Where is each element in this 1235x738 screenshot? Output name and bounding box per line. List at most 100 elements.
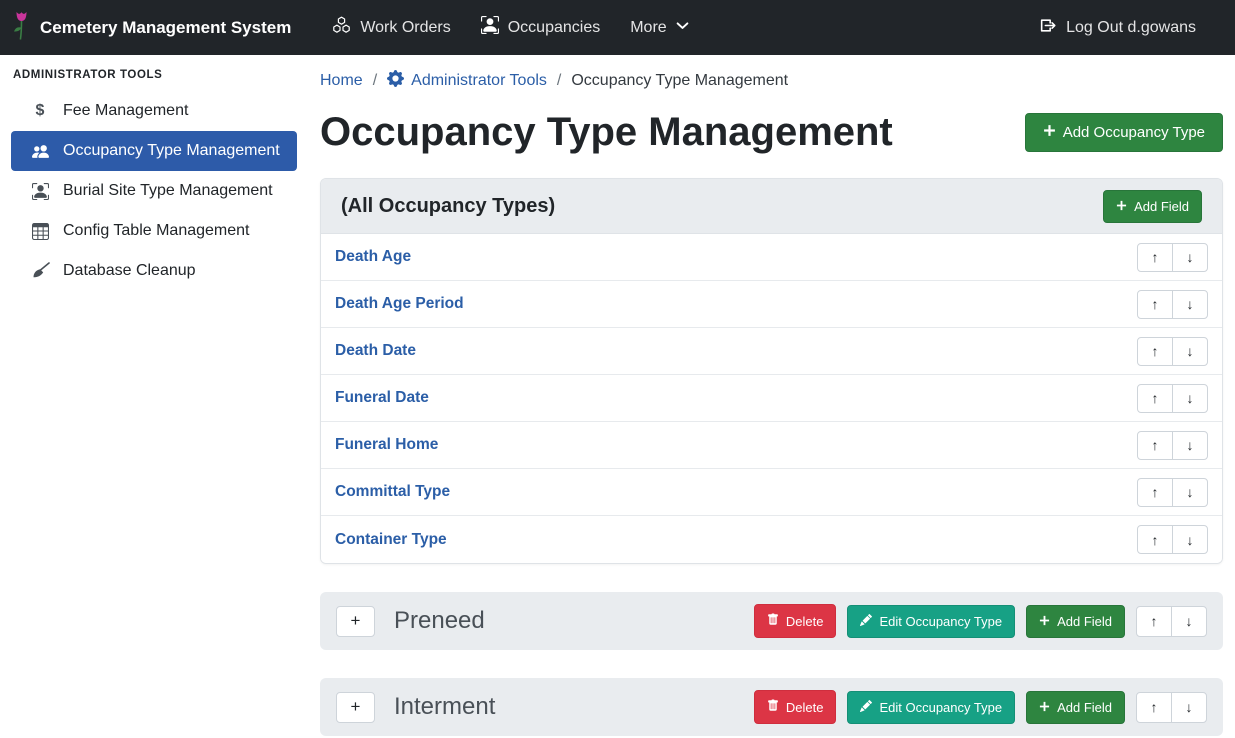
field-link-death-age-period[interactable]: Death Age Period (335, 295, 464, 313)
main-content: Home / Administrator Tools / Occupancy T… (308, 55, 1235, 736)
occupancy-type-section-preneed: + Preneed Delete Edit Occupancy Type (320, 592, 1223, 650)
move-down-button[interactable]: ↓ (1172, 384, 1208, 413)
occupancy-type-section-interment: + Interment Delete Edit Occupancy Type (320, 678, 1223, 736)
field-link-death-date[interactable]: Death Date (335, 342, 416, 360)
sidebar-item-database-cleanup[interactable]: Database Cleanup (11, 251, 297, 291)
nav-occupancies[interactable]: Occupancies (466, 16, 616, 39)
move-up-button[interactable]: ↑ (1136, 606, 1172, 637)
add-occupancy-type-label: Add Occupancy Type (1063, 124, 1205, 141)
reorder-buttons: ↑ ↓ (1137, 478, 1208, 507)
move-down-button[interactable]: ↓ (1171, 606, 1207, 637)
delete-label: Delete (786, 700, 824, 715)
card-header: (All Occupancy Types) Add Field (321, 179, 1222, 234)
move-down-button[interactable]: ↓ (1172, 290, 1208, 319)
sidebar-item-fee-management[interactable]: $ Fee Management (11, 91, 297, 131)
breadcrumb-home-link[interactable]: Home (320, 72, 363, 90)
move-down-button[interactable]: ↓ (1172, 525, 1208, 554)
edit-occupancy-type-label: Edit Occupancy Type (879, 700, 1002, 715)
sidebar-item-config-table-management[interactable]: Config Table Management (11, 211, 297, 251)
field-link-death-age[interactable]: Death Age (335, 248, 411, 266)
field-row: Funeral Date ↑ ↓ (321, 375, 1222, 422)
add-field-label: Add Field (1057, 700, 1112, 715)
add-field-button[interactable]: Add Field (1026, 691, 1125, 724)
app-brand[interactable]: Cemetery Management System (12, 10, 291, 46)
nav-occupancies-label: Occupancies (508, 19, 601, 37)
broom-icon (29, 262, 51, 280)
move-up-button[interactable]: ↑ (1137, 243, 1173, 272)
field-link-funeral-home[interactable]: Funeral Home (335, 436, 438, 454)
section-actions: Delete Edit Occupancy Type Add Field ↑ (754, 604, 1207, 638)
section-title: Interment (394, 693, 495, 721)
breadcrumb-separator: / (373, 72, 377, 90)
nav-work-orders-label: Work Orders (360, 19, 450, 37)
logout-label: Log Out d.gowans (1066, 19, 1196, 37)
move-up-button[interactable]: ↑ (1137, 478, 1173, 507)
field-row: Death Date ↑ ↓ (321, 328, 1222, 375)
logout-button[interactable]: Log Out d.gowans (1023, 17, 1211, 39)
move-down-button[interactable]: ↓ (1171, 692, 1207, 723)
people-icon (29, 143, 51, 160)
field-link-funeral-date[interactable]: Funeral Date (335, 389, 429, 407)
pencil-icon (860, 700, 872, 715)
move-up-button[interactable]: ↑ (1137, 337, 1173, 366)
add-field-label: Add Field (1057, 614, 1112, 629)
breadcrumb-admin-tools-link[interactable]: Administrator Tools (387, 70, 547, 92)
move-down-button[interactable]: ↓ (1172, 431, 1208, 460)
breadcrumb: Home / Administrator Tools / Occupancy T… (320, 70, 1223, 92)
move-up-button[interactable]: ↑ (1137, 384, 1173, 413)
sidebar: Administrator Tools $ Fee Management Occ… (0, 55, 308, 291)
sidebar-item-label: Config Table Management (63, 222, 250, 240)
delete-button[interactable]: Delete (754, 690, 837, 724)
field-link-container-type[interactable]: Container Type (335, 531, 447, 549)
reorder-buttons: ↑ ↓ (1137, 431, 1208, 460)
edit-occupancy-type-button[interactable]: Edit Occupancy Type (847, 691, 1015, 724)
gear-icon (387, 70, 404, 92)
move-up-button[interactable]: ↑ (1137, 525, 1173, 554)
sidebar-item-label: Burial Site Type Management (63, 182, 273, 200)
person-bounding-box-icon (29, 183, 51, 200)
move-down-button[interactable]: ↓ (1172, 337, 1208, 366)
all-occupancy-types-card: (All Occupancy Types) Add Field Death Ag… (320, 178, 1223, 564)
move-down-button[interactable]: ↓ (1172, 243, 1208, 272)
move-down-button[interactable]: ↓ (1172, 478, 1208, 507)
add-field-button[interactable]: Add Field (1103, 190, 1202, 223)
breadcrumb-separator: / (557, 72, 561, 90)
table-icon (29, 223, 51, 240)
pencil-icon (860, 614, 872, 629)
add-field-button[interactable]: Add Field (1026, 605, 1125, 638)
sidebar-item-label: Database Cleanup (63, 262, 196, 280)
plus-icon (1039, 614, 1050, 629)
expand-button[interactable]: + (336, 606, 375, 637)
page-title: Occupancy Type Management (320, 108, 893, 156)
field-row: Death Age ↑ ↓ (321, 234, 1222, 281)
nav-more-label: More (630, 19, 666, 37)
edit-occupancy-type-button[interactable]: Edit Occupancy Type (847, 605, 1015, 638)
plus-icon (1039, 700, 1050, 715)
delete-button[interactable]: Delete (754, 604, 837, 638)
card-title: (All Occupancy Types) (341, 195, 555, 218)
sidebar-item-occupancy-type-management[interactable]: Occupancy Type Management (11, 131, 297, 171)
reorder-buttons: ↑ ↓ (1137, 337, 1208, 366)
reorder-buttons: ↑ ↓ (1136, 692, 1207, 723)
trash-icon (767, 699, 779, 715)
expand-button[interactable]: + (336, 692, 375, 723)
trash-icon (767, 613, 779, 629)
plus-icon (1116, 199, 1127, 214)
nav-work-orders[interactable]: Work Orders (317, 16, 465, 40)
chevron-down-icon (676, 19, 689, 37)
reorder-buttons: ↑ ↓ (1137, 243, 1208, 272)
logout-icon (1038, 17, 1057, 39)
boxes-icon (332, 16, 351, 40)
field-link-committal-type[interactable]: Committal Type (335, 483, 450, 501)
dollar-icon: $ (29, 102, 51, 120)
field-row: Container Type ↑ ↓ (321, 516, 1222, 563)
field-row: Funeral Home ↑ ↓ (321, 422, 1222, 469)
nav-more[interactable]: More (615, 19, 703, 37)
delete-label: Delete (786, 614, 824, 629)
move-up-button[interactable]: ↑ (1137, 290, 1173, 319)
move-up-button[interactable]: ↑ (1136, 692, 1172, 723)
section-title: Preneed (394, 607, 485, 635)
add-occupancy-type-button[interactable]: Add Occupancy Type (1025, 113, 1223, 152)
move-up-button[interactable]: ↑ (1137, 431, 1173, 460)
sidebar-item-burial-site-type-management[interactable]: Burial Site Type Management (11, 171, 297, 211)
